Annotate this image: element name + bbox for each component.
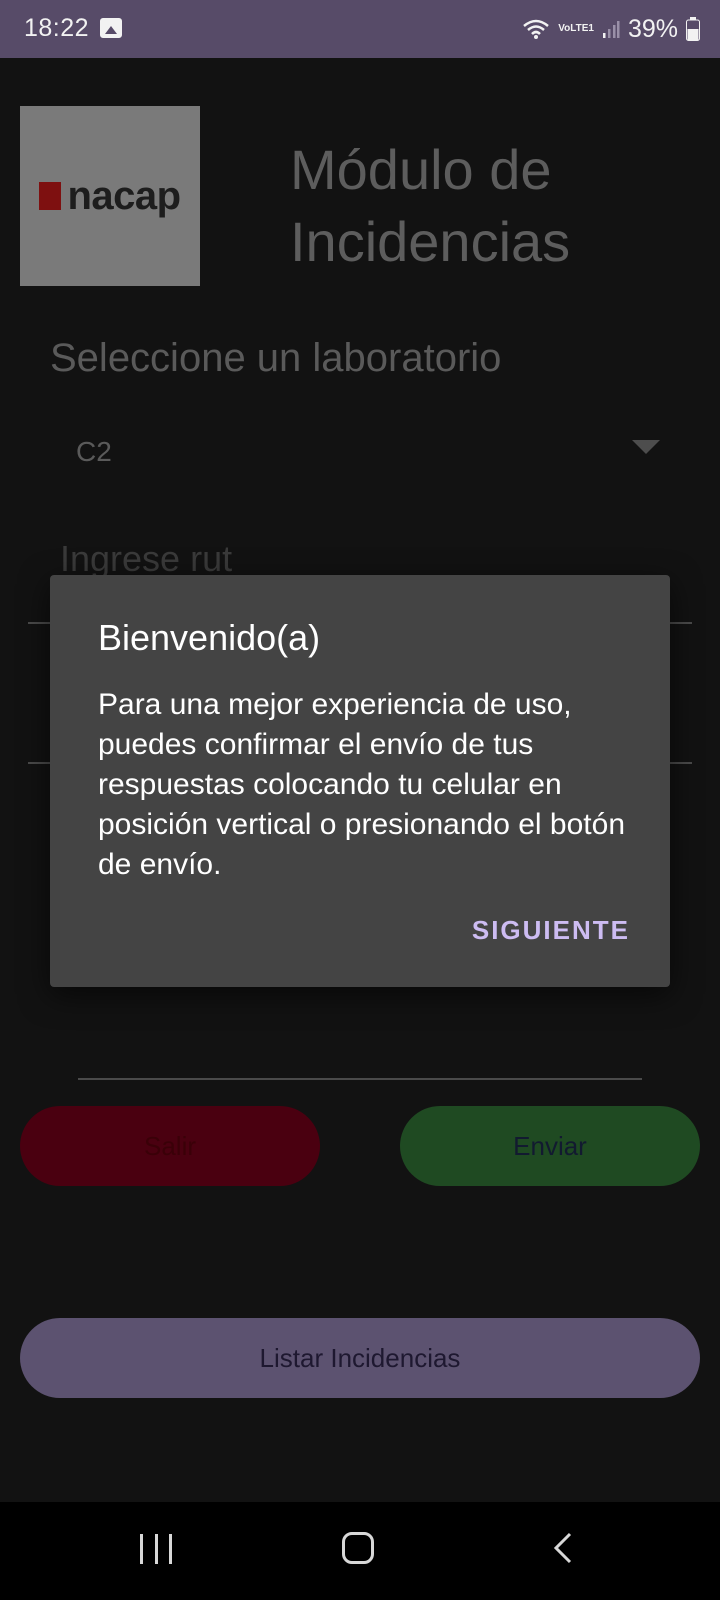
volte-icon: VoLTE1 (558, 23, 594, 34)
gallery-notification-icon (100, 18, 122, 38)
dialog-message: Para una mejor experiencia de uso, puede… (98, 688, 626, 881)
battery-icon (686, 17, 700, 41)
home-icon[interactable] (342, 1532, 374, 1564)
welcome-dialog: Bienvenido(a) Para una mejor experiencia… (50, 575, 670, 987)
battery-percent: 39% (627, 14, 678, 43)
navigation-bar (0, 1502, 720, 1600)
signal-icon (602, 19, 620, 39)
status-icons: VoLTE1 39% (522, 14, 700, 44)
status-time: 18:22 (24, 14, 90, 42)
wifi-icon (522, 18, 550, 40)
status-bar: 18:22 VoLTE1 39% (0, 0, 720, 58)
recent-apps-icon[interactable] (140, 1534, 172, 1566)
back-icon[interactable] (548, 1530, 578, 1566)
dialog-title: Bienvenido(a) (98, 617, 321, 658)
next-button[interactable]: SIGUIENTE (472, 915, 630, 946)
